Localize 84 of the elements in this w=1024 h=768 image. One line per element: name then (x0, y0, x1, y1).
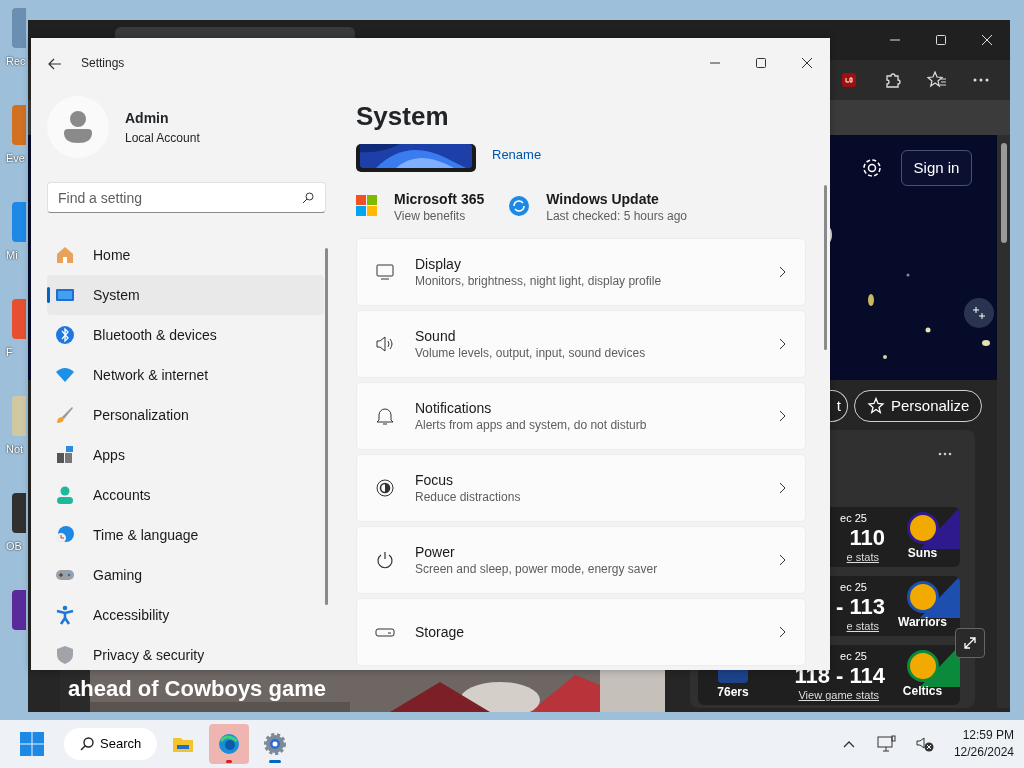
network-icon (876, 735, 897, 753)
icon-label: Mi (6, 248, 18, 262)
icon-label: Not (6, 442, 24, 456)
team-name: Suns (907, 545, 938, 562)
team-logo-icon (906, 581, 939, 613)
running-indicator (226, 760, 233, 763)
expand-icon (962, 635, 978, 651)
more-icon[interactable] (938, 452, 952, 456)
icon-label: Rec (6, 54, 26, 68)
windows-icon (20, 732, 44, 756)
nav-item[interactable]: Time & language (47, 515, 324, 555)
bell-icon (375, 406, 395, 426)
team-logo-icon (906, 650, 939, 682)
user-name: Admin (125, 108, 170, 128)
stats-link[interactable]: e stats (846, 620, 885, 633)
favorites-icon (927, 71, 947, 89)
item-title: Notifications (415, 399, 493, 417)
settings-item[interactable]: Focus Reduce distractions (356, 454, 806, 522)
extension-icon (842, 73, 856, 87)
score: - 113 (836, 594, 885, 620)
nav-item[interactable]: Accessibility (47, 595, 324, 635)
maximize-icon (755, 57, 767, 69)
more-icon (973, 78, 989, 82)
icon-label: Eve (6, 151, 25, 165)
settings-item[interactable]: Notifications Alerts from apps and system, do not disturb (356, 382, 806, 450)
chevron-right-icon (779, 626, 787, 638)
shield-icon (55, 645, 75, 665)
item-subtitle: Alerts from apps and system, do not disturb (415, 417, 648, 433)
chevron-right-icon (779, 554, 787, 566)
search-icon (80, 737, 94, 751)
personalize-button[interactable]: Personalize (854, 390, 983, 422)
person-icon (63, 109, 93, 145)
maximize-icon (935, 34, 947, 46)
stats-link[interactable]: e stats (846, 551, 885, 564)
scrollbar-thumb[interactable] (1001, 143, 1007, 243)
back-arrow-icon (48, 57, 62, 70)
item-title: Storage (415, 623, 466, 641)
item-title: Power (415, 543, 456, 561)
accessibility-icon (55, 605, 75, 625)
chevron-right-icon (779, 482, 787, 494)
team-name: Warriors (898, 614, 947, 631)
team-name: Celtics (902, 683, 943, 700)
nav-item[interactable]: Personalization (47, 395, 324, 435)
expand-button[interactable] (955, 628, 985, 658)
power-icon (375, 550, 395, 570)
running-indicator (269, 760, 282, 763)
nav-item[interactable]: Accounts (47, 475, 324, 515)
close-icon (801, 57, 813, 69)
nav-item[interactable]: Privacy & security (47, 635, 324, 670)
gear-icon (263, 732, 288, 756)
team-name: 76ers (717, 684, 749, 701)
person-icon (55, 485, 75, 505)
globe-clock-icon (55, 525, 75, 545)
game-date: ec 25 (840, 511, 868, 525)
score: 110 (849, 525, 885, 551)
search-button[interactable]: Search (64, 728, 158, 760)
settings-item[interactable]: Storage (356, 598, 806, 666)
page-heading: System (356, 100, 450, 132)
focus-icon (375, 478, 395, 498)
brush-icon (55, 405, 75, 425)
icon-label: OB (6, 539, 22, 553)
star-icon (867, 397, 885, 415)
game-date: ec 25 (840, 580, 868, 594)
edge-icon (217, 732, 242, 756)
team-logo-icon (906, 512, 939, 544)
item-subtitle: Screen and sleep, power mode, energy saver (415, 561, 659, 577)
nav-item[interactable]: Apps (47, 435, 324, 475)
chevron-up-icon (842, 740, 855, 748)
muted-speaker-icon (914, 735, 935, 753)
puzzle-icon (884, 71, 902, 89)
icon-label: F (6, 345, 13, 359)
game-date: ec 25 (840, 649, 868, 663)
item-title: Focus (415, 471, 455, 489)
pill-button[interactable]: t (830, 390, 848, 422)
window-title: Settings (81, 55, 125, 72)
close-icon (981, 34, 993, 46)
taskbar-app[interactable] (209, 724, 250, 764)
nav-item[interactable]: Gaming (47, 555, 324, 595)
settings-item[interactable]: Power Screen and sleep, power mode, energy saver (356, 526, 806, 594)
stats-link[interactable]: View game stats (798, 689, 885, 702)
clock[interactable]: 12:59 PM 12/26/2024 (943, 727, 1024, 761)
chevron-right-icon (779, 410, 787, 422)
apps-icon (55, 445, 75, 465)
item-subtitle: Reduce distractions (415, 489, 522, 505)
